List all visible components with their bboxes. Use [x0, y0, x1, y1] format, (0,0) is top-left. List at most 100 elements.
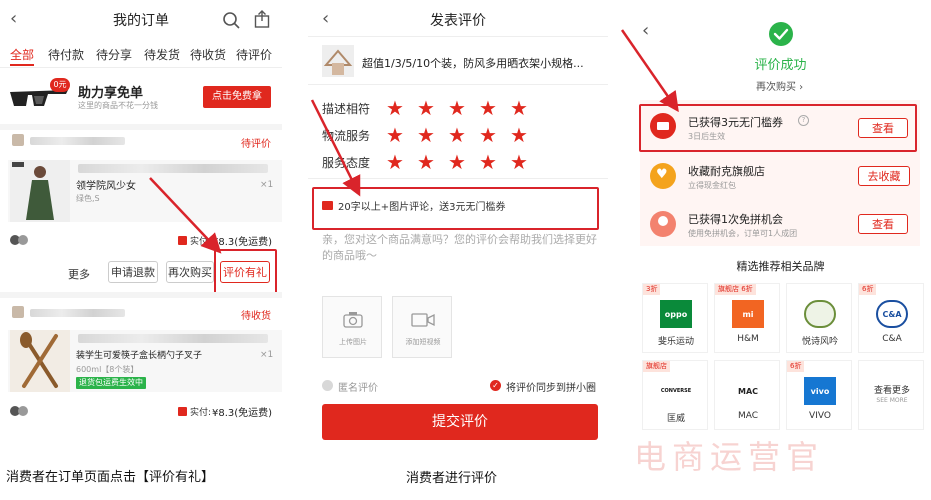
brand-card[interactable]: 6折 C&A C&A: [858, 283, 924, 353]
chevron-right-icon: ›: [796, 82, 804, 93]
buy-again-link[interactable]: 再次购买 ›: [756, 78, 803, 93]
promo-subtitle: 这里的商品不花一分钱: [78, 101, 158, 110]
brand-card[interactable]: 3折 oppo 斐乐运动: [642, 283, 708, 353]
product-spec: 600ml【8个装】: [76, 365, 139, 374]
buyer-avatars: [10, 235, 32, 245]
divider: [308, 178, 608, 179]
buy-again-label: 再次购买: [756, 82, 796, 93]
product-qty: ×1: [260, 350, 274, 360]
order-tabs: 全部 待付款 待分享 待发货 待收货 待评价: [0, 42, 282, 68]
brand-card[interactable]: 悦诗风吟: [786, 283, 852, 353]
star-icon[interactable]: ★: [417, 98, 435, 118]
star-icon[interactable]: ★: [510, 98, 528, 118]
review-screen: ‹ 发表评价 超值1/3/5/10个装，防风多用晒衣架小规格... 描述相符 物…: [308, 0, 608, 500]
star-icon[interactable]: ★: [386, 152, 404, 172]
shop-avatar: [12, 134, 24, 146]
camera-icon: [343, 312, 363, 328]
brand-name: C&A: [882, 334, 902, 344]
divider: [308, 84, 608, 85]
paid-value: ¥8.3(免运费): [212, 237, 273, 248]
coupon-icon: [322, 201, 333, 210]
buy-again-button[interactable]: 再次购买: [166, 261, 214, 283]
promo-title: 助力享免单: [78, 86, 144, 101]
brand-tag: 旗舰店 6折: [715, 284, 756, 295]
divider: [308, 36, 608, 37]
brand-name: VIVO: [809, 411, 831, 421]
divider: [0, 124, 282, 130]
refund-button[interactable]: 申请退款: [108, 261, 158, 283]
promo-banner[interactable]: 0元 助力享免单 这里的商品不花一分钱 点击免费拿: [0, 72, 282, 124]
anonymous-checkbox[interactable]: [322, 380, 333, 391]
star-icon[interactable]: ★: [479, 125, 497, 145]
review-textarea[interactable]: 亲，您对这个商品满意吗？您的评价会帮助我们选择更好的商品哦～: [322, 232, 598, 264]
brand-name: MAC: [737, 411, 759, 421]
product-name: 领学院风少女: [76, 181, 136, 192]
star-icon[interactable]: ★: [479, 152, 497, 172]
tab-unpaid[interactable]: 待付款: [48, 46, 84, 63]
orders-screen: ‹ 我的订单 全部 待付款 待分享 待发货 待收货 待评价 0元 助力享免单 这…: [0, 0, 282, 500]
star-icon[interactable]: ★: [417, 152, 435, 172]
tab-all[interactable]: 全部: [10, 46, 34, 63]
reward-sub: 使用免拼机会，订单可1人成团: [688, 229, 798, 238]
brand-card[interactable]: 旗舰店 6折 mi H&M: [714, 283, 780, 353]
brand-sub: SEE MORE: [876, 397, 908, 404]
reward-sub: 立得现金红包: [688, 181, 736, 190]
upload-image-button[interactable]: 上传图片: [322, 296, 382, 358]
brand-logo: mi: [732, 300, 764, 328]
brand-card[interactable]: 查看更多 SEE MORE: [858, 360, 924, 430]
brand-card[interactable]: 6折 vivo VIVO: [786, 360, 852, 430]
star-icon[interactable]: ★: [510, 125, 528, 145]
submit-review-button[interactable]: 提交评价: [322, 404, 598, 440]
tab-to-share[interactable]: 待分享: [96, 46, 132, 63]
video-icon: [411, 313, 435, 327]
reward-title: 已获得1次免拼机会: [688, 213, 783, 226]
sync-checkbox[interactable]: ✓: [490, 380, 501, 391]
favorite-store-button[interactable]: 去收藏: [858, 166, 910, 186]
star-icon[interactable]: ★: [448, 152, 466, 172]
brand-name: 斐乐运动: [657, 337, 694, 347]
star-icon[interactable]: ★: [479, 98, 497, 118]
product-title-blurred: [78, 164, 268, 173]
brand-logo: 查看更多: [873, 386, 910, 396]
brand-card[interactable]: MAC MAC: [714, 360, 780, 430]
star-icon[interactable]: ★: [510, 152, 528, 172]
brand-logo: MAC: [732, 377, 764, 405]
shop-avatar: [12, 306, 24, 318]
tab-to-receive[interactable]: 待收货: [190, 46, 226, 63]
search-icon[interactable]: [222, 11, 240, 29]
star-icon[interactable]: ★: [386, 98, 404, 118]
more-button[interactable]: 更多: [68, 266, 90, 282]
red-badge-icon: [178, 407, 187, 416]
share-icon[interactable]: [254, 10, 270, 28]
star-icon[interactable]: ★: [448, 125, 466, 145]
paid-label: 实付:: [190, 237, 212, 247]
brand-card[interactable]: 旗舰店 CONVERSE 匡威: [642, 360, 708, 430]
product-title-blurred: [78, 334, 268, 343]
group-buy-icon: [650, 211, 676, 237]
brand-tag: 6折: [787, 361, 805, 372]
rating-label-description: 描述相符: [322, 102, 371, 116]
buyer-avatars: [10, 406, 32, 416]
cutlery-product-image: [10, 330, 70, 392]
free-claim-button[interactable]: 点击免费拿: [203, 86, 271, 108]
product-spec: 绿色,S: [76, 194, 100, 203]
brand-name: 匡威: [666, 414, 685, 424]
tab-to-ship[interactable]: 待发货: [144, 46, 180, 63]
dress-product-image: [10, 160, 70, 222]
view-free-group-button[interactable]: 查看: [858, 214, 908, 234]
star-icon[interactable]: ★: [448, 98, 466, 118]
review-product-name: 超值1/3/5/10个装，防风多用晒衣架小规格...: [362, 57, 584, 70]
product-name: 装学生可爱筷子盒长柄勺子叉子: [76, 351, 203, 361]
star-icon[interactable]: ★: [417, 125, 435, 145]
rating-label-logistics: 物流服务: [322, 129, 371, 143]
reward-title: 收藏耐克旗舰店: [688, 165, 765, 178]
star-icon[interactable]: ★: [386, 125, 404, 145]
shop-name-blurred: [30, 137, 125, 145]
divider: [0, 292, 282, 298]
add-video-button[interactable]: 添加短视频: [392, 296, 452, 358]
brand-logo: C&A: [876, 300, 908, 328]
tab-to-review[interactable]: 待评价: [236, 46, 272, 63]
paid-label: 实付:: [190, 408, 212, 418]
success-title: 评价成功: [754, 58, 807, 73]
back-icon[interactable]: ‹: [642, 20, 649, 41]
